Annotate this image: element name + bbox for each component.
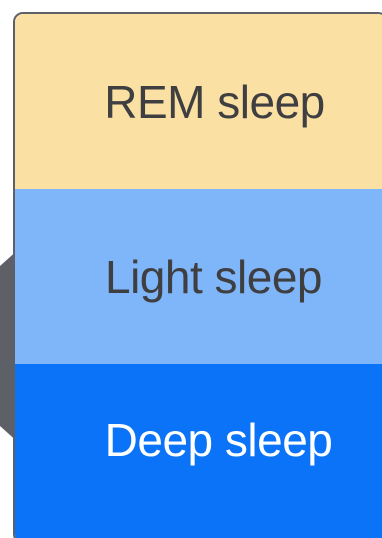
stage-rem-label: REM sleep xyxy=(104,75,325,128)
stage-light-label: Light sleep xyxy=(105,250,323,303)
sleep-stage-legend: REM sleep Light sleep Deep sleep xyxy=(13,12,382,538)
stage-deep: Deep sleep xyxy=(15,364,382,538)
stage-light: Light sleep xyxy=(15,189,382,364)
stage-rem: REM sleep xyxy=(15,14,382,189)
stage-deep-label: Deep sleep xyxy=(104,414,333,466)
